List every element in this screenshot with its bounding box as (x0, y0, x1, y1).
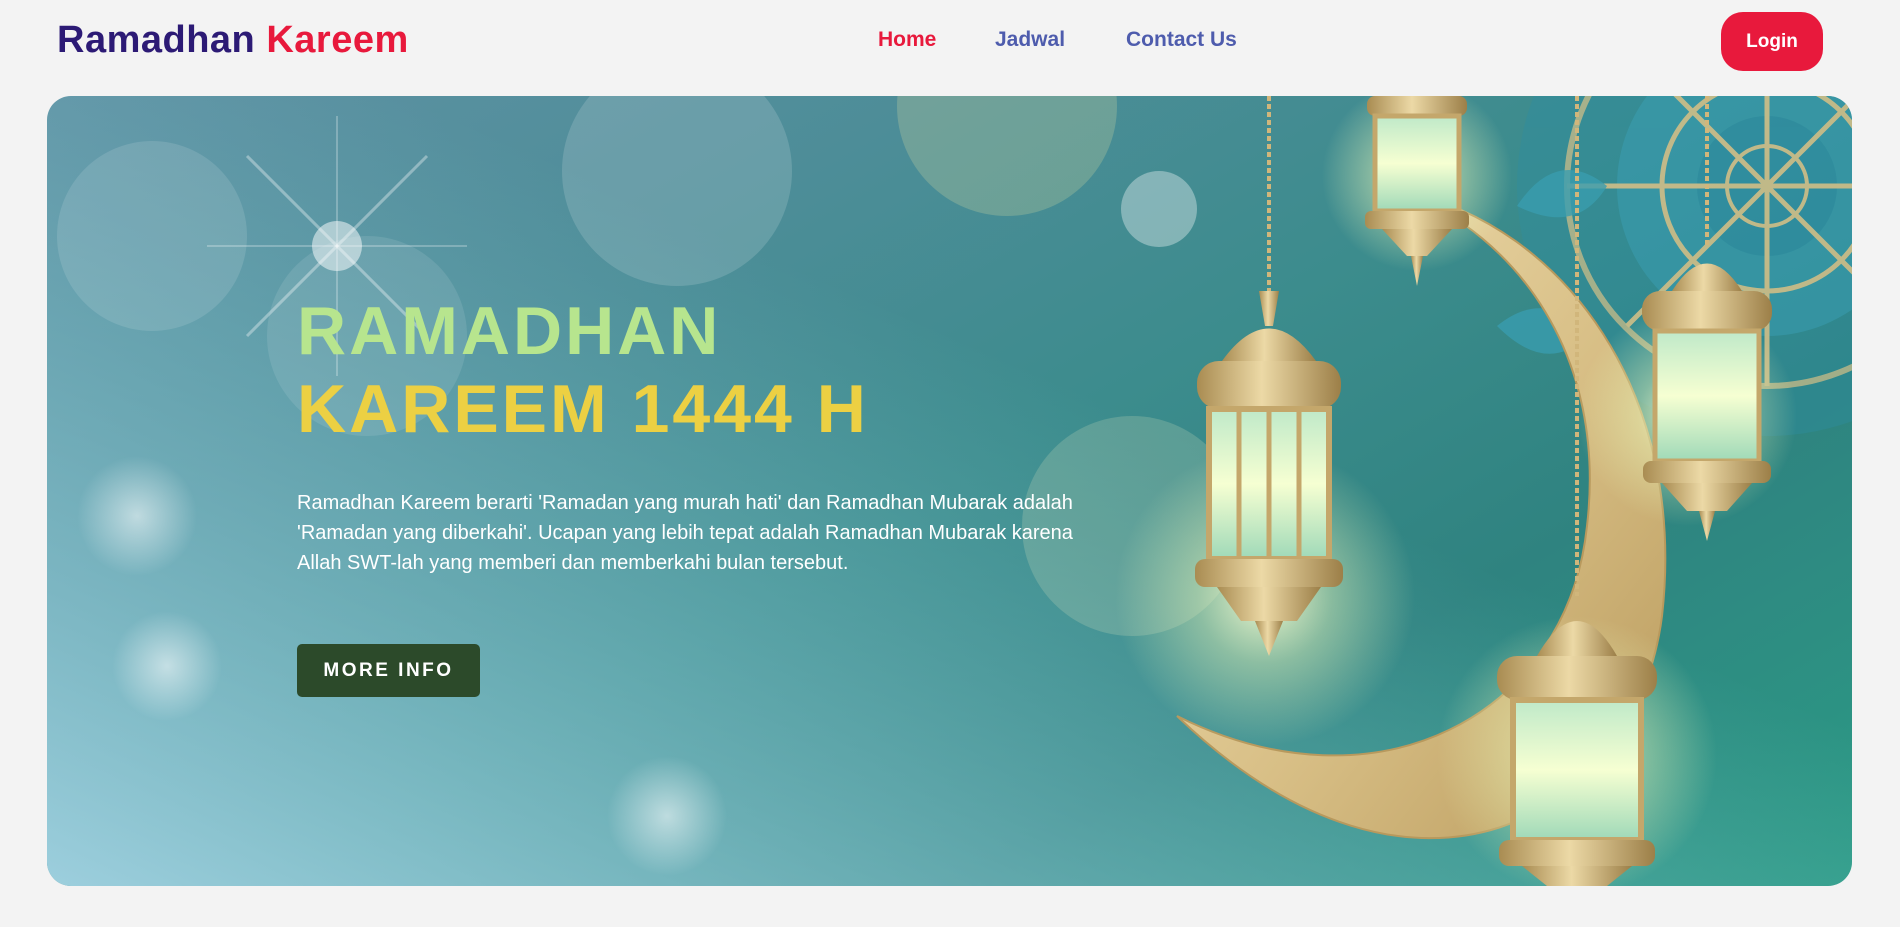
more-info-button[interactable]: MORE INFO (297, 644, 480, 697)
hero-banner: RAMADHAN KAREEM 1444 H Ramadhan Kareem b… (47, 96, 1852, 886)
hero-description: Ramadhan Kareem berarti 'Ramadan yang mu… (297, 492, 1073, 574)
hero-title: RAMADHAN KAREEM 1444 H (297, 292, 1127, 448)
nav-link-contact-us[interactable]: Contact Us (1126, 28, 1237, 52)
hero-title-line1: RAMADHAN (297, 293, 722, 369)
top-navbar: Ramadhan Kareem Home Jadwal Contact Us L… (0, 0, 1900, 84)
hero-title-line2: KAREEM 1444 H (297, 371, 869, 447)
logo-text-primary: Ramadhan (57, 19, 256, 61)
nav-link-jadwal[interactable]: Jadwal (995, 28, 1065, 52)
logo-text-accent: Kareem (266, 19, 409, 61)
nav-link-home[interactable]: Home (878, 28, 936, 52)
site-logo[interactable]: Ramadhan Kareem (57, 19, 409, 62)
login-button[interactable]: Login (1721, 12, 1823, 71)
hero-content: RAMADHAN KAREEM 1444 H Ramadhan Kareem b… (297, 292, 1127, 578)
